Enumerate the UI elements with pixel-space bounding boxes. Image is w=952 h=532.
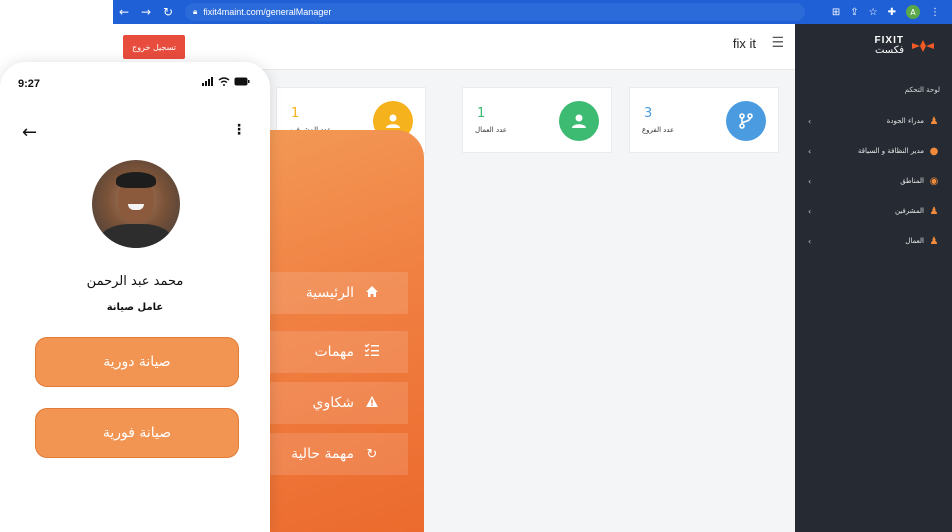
chevron-left-icon: ‹ — [808, 206, 812, 216]
user-role: عامل صيانة — [106, 302, 164, 313]
sidebar-item-label: المشرفين — [894, 207, 924, 215]
chevron-left-icon: ‹ — [808, 116, 812, 126]
refresh-icon: ↻ — [366, 446, 378, 462]
stat-label: عدد الفروع — [642, 126, 675, 134]
chevron-left-icon: ‹ — [808, 176, 812, 186]
instant-maintenance-button[interactable]: صيانة فورية — [35, 408, 239, 458]
brand-title: fix it — [732, 36, 756, 51]
signal-icon — [201, 77, 213, 86]
phone-screen: 9:27 ← ⋮ محمد عبد الرحمن عامل صيانة صيان… — [0, 62, 270, 532]
back-nav-icon[interactable]: ← — [113, 5, 135, 19]
menu-item-home[interactable]: الرئيسية — [268, 272, 408, 314]
sidebar-item-regions[interactable]: ‹ المناطق ◉ — [808, 172, 940, 190]
sidebar-item-workers[interactable]: ‹ العمال ♟ — [808, 232, 940, 250]
sidebar-item-cleaning-manager[interactable]: ‹ مدير النظافة و السياقة ● — [808, 142, 940, 160]
menu-item-label: الرئيسية — [305, 285, 354, 301]
logo-text: FIXIT فكست — [875, 36, 904, 56]
status-icons — [201, 77, 250, 89]
location-pin-icon: ◉ — [929, 175, 939, 187]
reload-icon[interactable]: ↻ — [157, 5, 179, 19]
address-bar[interactable]: 🔒︎ fixit4maint.com/generalManager — [185, 3, 805, 21]
bookmark-star-icon[interactable]: ☆ — [869, 7, 878, 18]
home-icon — [364, 285, 380, 302]
more-vertical-icon[interactable]: ⋮ — [232, 122, 246, 138]
supervisor-icon: ♟ — [929, 205, 939, 217]
user-name: محمد عبد الرحمن — [86, 274, 184, 289]
stat-card-branches: 3 عدد الفروع — [629, 87, 779, 153]
logout-button[interactable]: تسجيل خروج — [123, 35, 185, 59]
url-text: fixit4maint.com/generalManager — [203, 7, 332, 17]
quality-manager-icon: ♟ — [929, 115, 939, 127]
menu-item-label: شكاوي — [312, 395, 354, 411]
user-icon — [559, 101, 599, 141]
status-time: 9:27 — [18, 78, 41, 90]
browser-menu-icon[interactable]: ⋮ — [930, 7, 940, 18]
profile-photo — [92, 160, 180, 248]
wifi-icon — [218, 77, 230, 86]
stat-card-workers: 1 عدد العمال — [462, 87, 612, 153]
periodic-maintenance-button[interactable]: صيانة دورية — [35, 337, 239, 387]
sidebar-item-label: المناطق — [900, 177, 924, 185]
sidebar-item-label: مدراء الجودة — [886, 117, 924, 125]
forward-nav-icon[interactable]: → — [135, 5, 157, 19]
stat-value: 3 — [644, 106, 653, 121]
menu-item-label: مهمة حالية — [291, 446, 354, 462]
logo-ar: فكست — [874, 45, 904, 56]
stat-value: 1 — [291, 106, 300, 121]
stat-value: 1 — [477, 106, 486, 121]
warning-icon — [364, 395, 380, 412]
browser-actions: ⊞ ⇪ ☆ ✚ A ⋮ — [832, 5, 952, 19]
tasks-list-icon — [364, 343, 380, 361]
fixit-logo: FIXIT فكست — [875, 36, 936, 56]
sidebar-title: لوحة التحكم — [904, 86, 940, 94]
chevron-left-icon: ‹ — [808, 146, 812, 156]
chevron-left-icon: ‹ — [808, 236, 812, 246]
profile-avatar[interactable]: A — [906, 5, 920, 19]
extensions-icon[interactable]: ✚ — [888, 7, 896, 18]
worker-icon: ♟ — [929, 235, 939, 247]
lock-icon: 🔒︎ — [193, 7, 198, 16]
battery-icon — [234, 77, 250, 86]
logo-mark-icon — [912, 40, 934, 52]
sidebar-item-label: العمال — [905, 237, 924, 245]
sidebar-item-quality-managers[interactable]: ‹ مدراء الجودة ♟ — [808, 112, 940, 130]
sidebar-item-supervisors[interactable]: ‹ المشرفين ♟ — [808, 202, 940, 220]
menu-item-tasks[interactable]: مهمات — [268, 331, 408, 373]
share-icon[interactable]: ⇪ — [850, 7, 858, 18]
menu-item-current-task[interactable]: مهمة حالية ↻ — [268, 433, 408, 475]
sidebar: FIXIT فكست لوحة التحكم ‹ مدراء الجودة ♟ … — [795, 24, 952, 532]
translate-icon[interactable]: ⊞ — [832, 7, 840, 18]
branch-icon — [726, 101, 766, 141]
sidebar-item-label: مدير النظافة و السياقة — [857, 147, 924, 155]
menu-item-complaints[interactable]: شكاوي — [268, 382, 408, 424]
back-arrow-icon[interactable]: ← — [22, 122, 37, 143]
browser-toolbar: ← → ↻ 🔒︎ fixit4maint.com/generalManager … — [113, 0, 952, 24]
cleaning-manager-icon: ● — [929, 145, 939, 157]
menu-item-label: مهمات — [314, 344, 355, 360]
hamburger-menu-icon[interactable]: ☰ — [771, 35, 784, 51]
stat-label: عدد العمال — [475, 126, 507, 134]
